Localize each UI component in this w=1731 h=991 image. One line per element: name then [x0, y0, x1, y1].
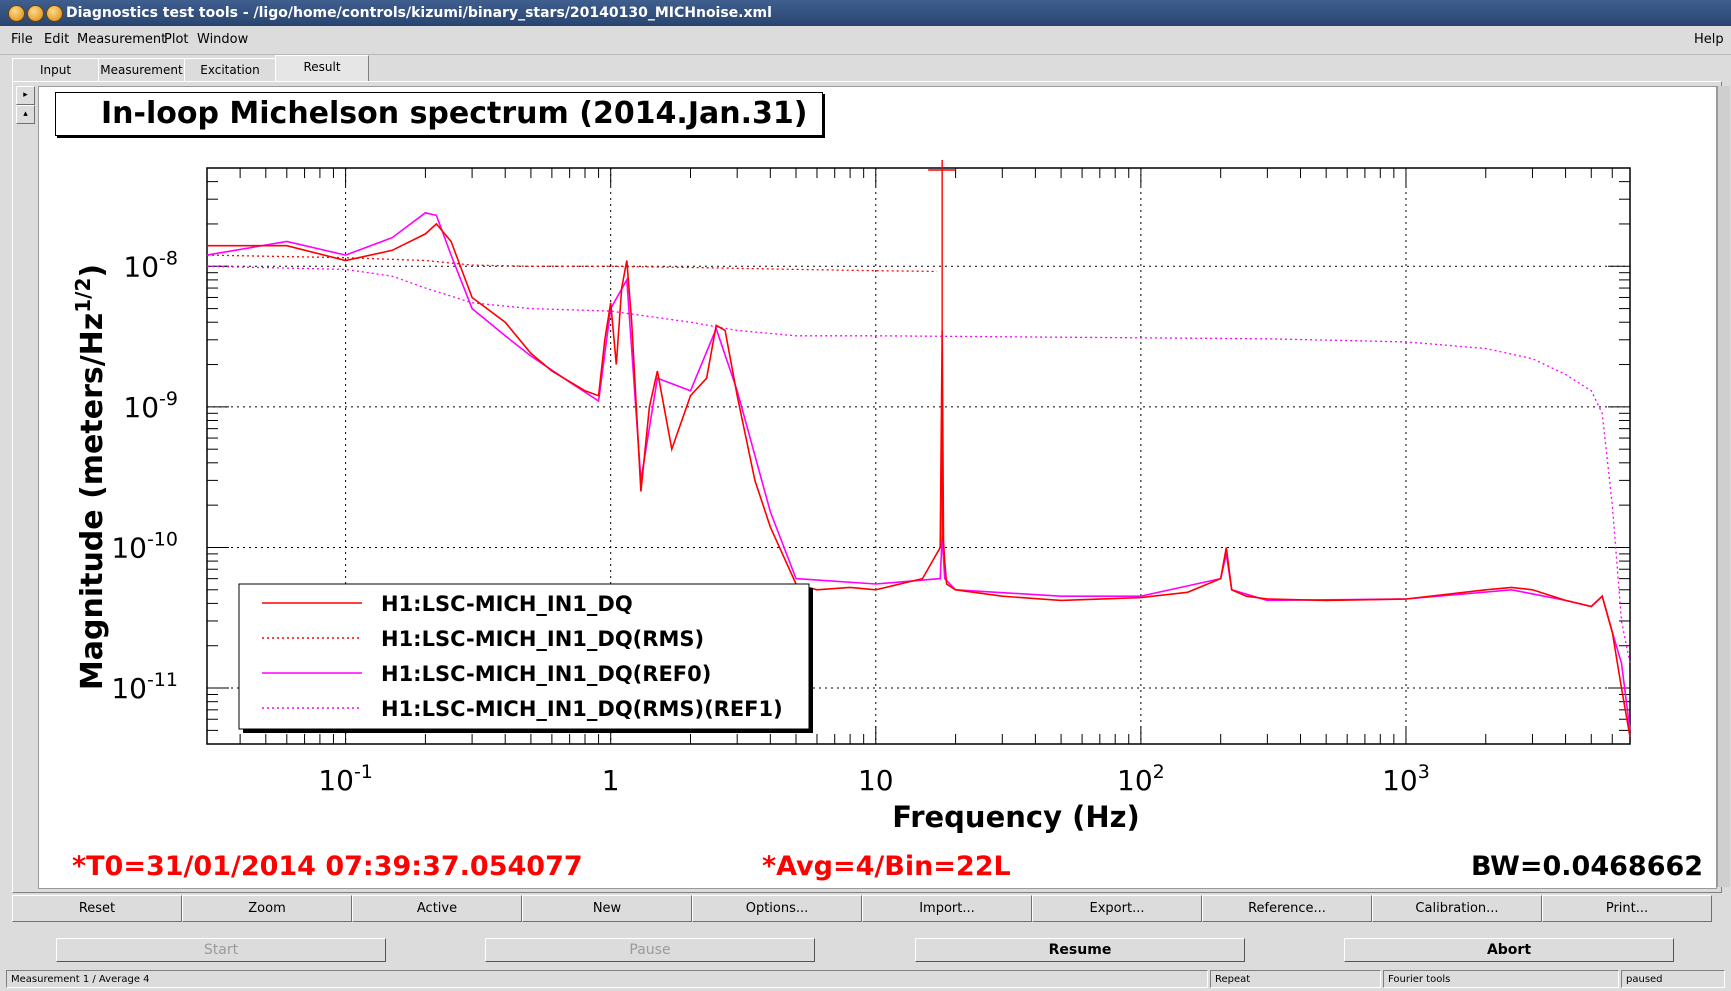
- abort-button[interactable]: Abort: [1344, 938, 1674, 962]
- x-tick-label: 102: [1117, 761, 1165, 797]
- y-tick-exp: -10: [147, 528, 178, 550]
- spectrum-chart[interactable]: 10-1 1 10 102 10310-810-910-1010-11 Frequenc…: [0, 0, 1731, 991]
- x-tick-base: 10: [1382, 764, 1418, 797]
- x-tick-label: 1: [602, 764, 620, 797]
- y-tick-label: 10-9: [123, 388, 178, 424]
- y-tick-base: 10: [123, 391, 159, 424]
- plot-toolbar: Reset Zoom Active New Options... Import.…: [12, 895, 1720, 922]
- y-tick-exp: -9: [159, 388, 178, 410]
- y-axis-label-main: Magnitude (meters/Hz: [75, 313, 110, 690]
- peak-markers: [928, 160, 957, 542]
- active-button[interactable]: Active: [352, 895, 522, 922]
- import-button[interactable]: Import...: [862, 895, 1032, 922]
- x-tick-base: 1: [602, 764, 620, 797]
- status-state: paused: [1621, 970, 1725, 988]
- reset-button[interactable]: Reset: [12, 895, 182, 922]
- stat-t0: *T0=31/01/2014 07:39:37.054077: [72, 851, 583, 882]
- stat-avg: *Avg=4/Bin=22L: [762, 851, 1011, 882]
- x-axis-label: Frequency (Hz): [892, 800, 1140, 834]
- legend-label-1: H1:LSC-MICH_IN1_DQ(RMS): [381, 627, 704, 651]
- status-measurement: Measurement 1 / Average 4: [6, 970, 1208, 988]
- x-tick-exp: 3: [1418, 761, 1430, 783]
- export-button[interactable]: Export...: [1032, 895, 1202, 922]
- start-button[interactable]: Start: [56, 938, 386, 962]
- calibration-button[interactable]: Calibration...: [1372, 895, 1542, 922]
- y-axis-label: Magnitude (meters/Hz1/2): [71, 264, 110, 690]
- status-tools: Fourier tools: [1383, 970, 1619, 988]
- zoom-button[interactable]: Zoom: [182, 895, 352, 922]
- status-repeat: Repeat: [1210, 970, 1381, 988]
- pause-button[interactable]: Pause: [485, 938, 815, 962]
- options-button[interactable]: Options...: [692, 895, 862, 922]
- y-tick-label: 10-10: [111, 528, 178, 564]
- status-bar: Measurement 1 / Average 4 Repeat Fourier…: [0, 968, 1731, 991]
- y-tick-base: 10: [111, 672, 147, 705]
- y-tick-label: 10-11: [111, 669, 178, 705]
- y-axis-label-exp: 1/2: [71, 278, 95, 313]
- stat-bw: BW=0.0468662: [1471, 851, 1704, 882]
- y-tick-exp: -8: [159, 247, 178, 269]
- plot-title: In-loop Michelson spectrum (2014.Jan.31): [55, 92, 823, 136]
- y-tick-exp: -11: [147, 669, 178, 691]
- x-tick-exp: 2: [1153, 761, 1165, 783]
- resume-button[interactable]: Resume: [915, 938, 1245, 962]
- x-tick-base: 10: [1117, 764, 1153, 797]
- legend-label-2: H1:LSC-MICH_IN1_DQ(REF0): [381, 662, 711, 686]
- x-tick-label: 103: [1382, 761, 1430, 797]
- new-button[interactable]: New: [522, 895, 692, 922]
- x-tick-label: 10-1: [318, 761, 373, 797]
- y-tick-label: 10-8: [123, 247, 178, 283]
- x-tick-base: 10: [858, 764, 894, 797]
- legend: H1:LSC-MICH_IN1_DQ H1:LSC-MICH_IN1_DQ(RMS…: [238, 583, 813, 733]
- y-axis-label-close: ): [75, 264, 110, 278]
- x-tick-label: 10: [858, 764, 894, 797]
- y-tick-base: 10: [111, 531, 147, 564]
- reference-button[interactable]: Reference...: [1202, 895, 1372, 922]
- legend-label-0: H1:LSC-MICH_IN1_DQ: [381, 592, 633, 616]
- x-tick-exp: -1: [354, 761, 373, 783]
- print-button[interactable]: Print...: [1542, 895, 1712, 922]
- series-line-1: [206, 254, 937, 273]
- legend-label-3: H1:LSC-MICH_IN1_DQ(RMS)(REF1): [381, 697, 783, 721]
- y-tick-base: 10: [123, 250, 159, 283]
- x-tick-base: 10: [318, 764, 354, 797]
